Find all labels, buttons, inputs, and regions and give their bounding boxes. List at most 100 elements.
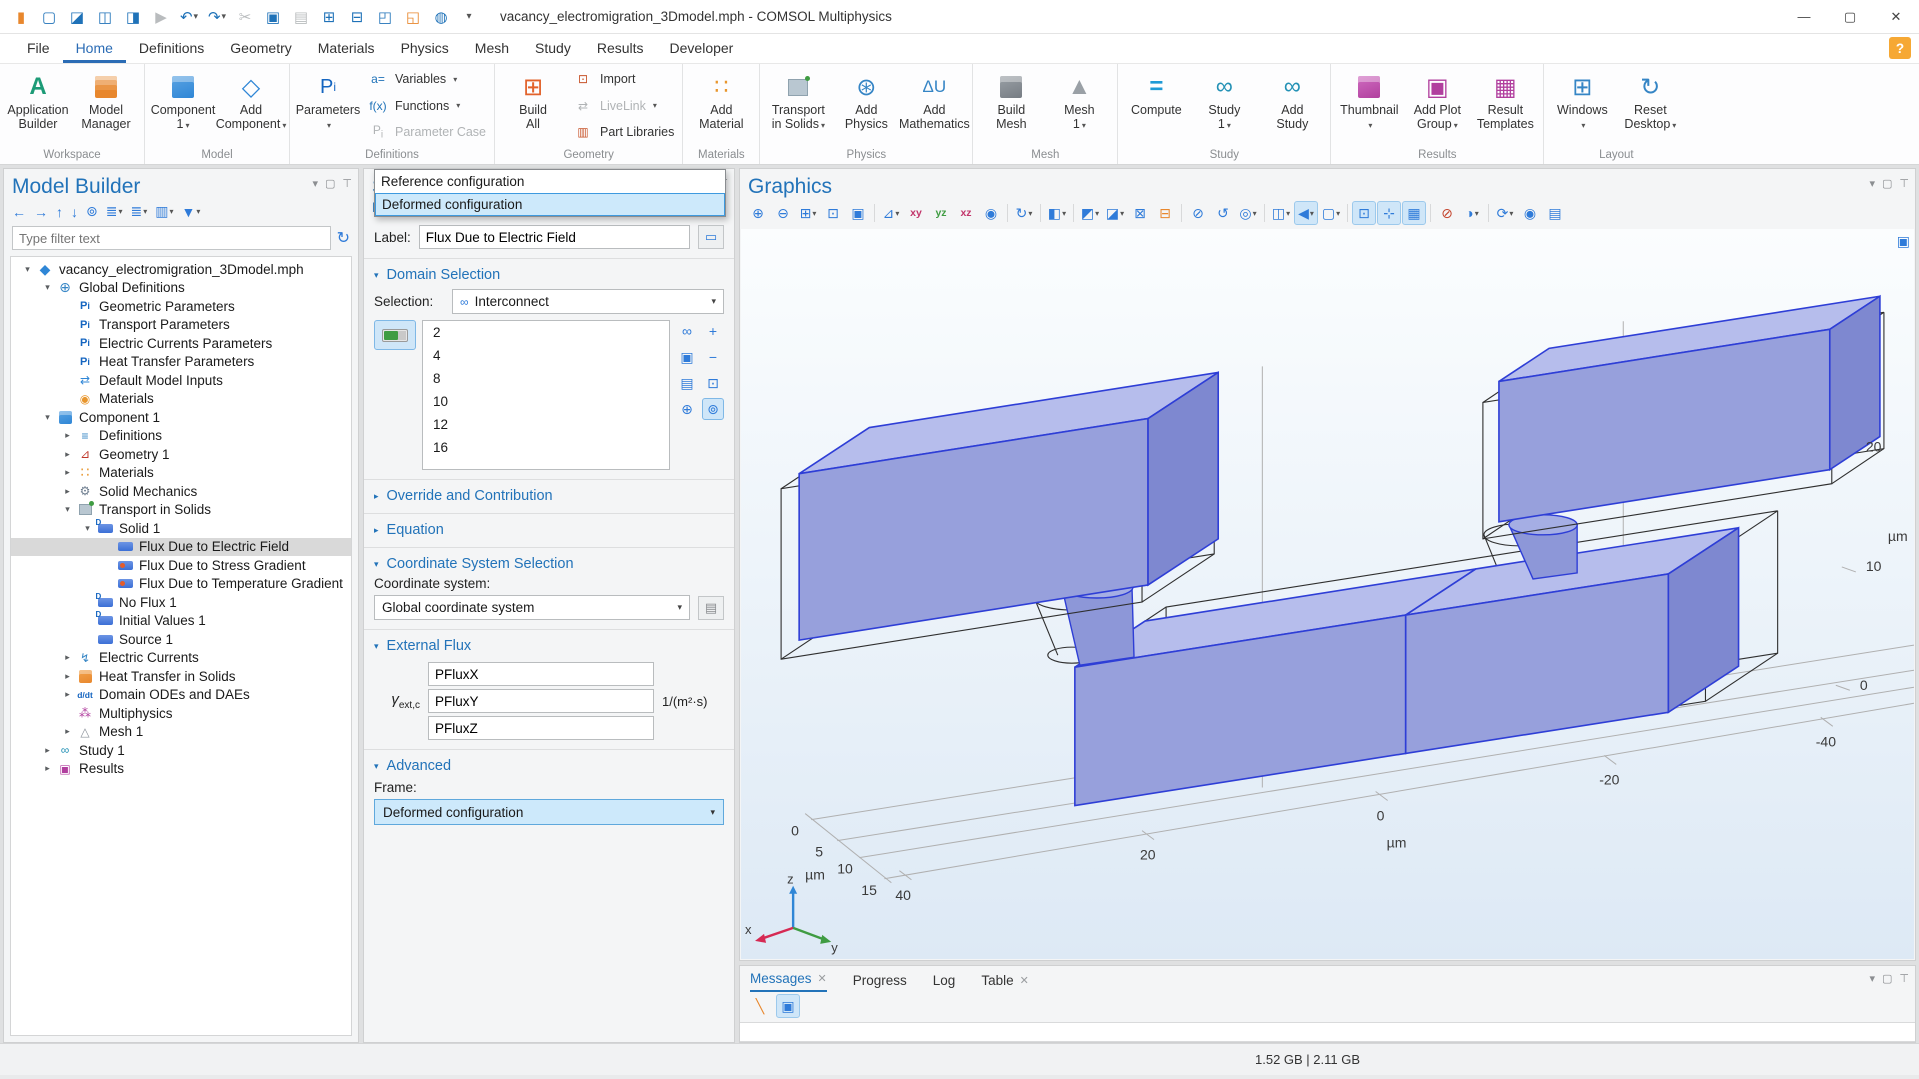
interconnect-line-upper-right[interactable]: [1499, 296, 1880, 522]
tree-item-global-definitions[interactable]: ▾⊕Global Definitions: [11, 279, 351, 298]
plot-image-icon[interactable]: ▣: [1897, 233, 1910, 250]
menu-materials[interactable]: Materials: [305, 35, 388, 63]
active-toggle-button[interactable]: [374, 320, 416, 350]
snapshot-icon[interactable]: ◉: [1518, 201, 1542, 225]
tree-item-materials-global[interactable]: ◉Materials: [11, 390, 351, 409]
copy-button[interactable]: ▣: [260, 4, 286, 30]
windows-button[interactable]: ⊞Windows▾: [1548, 66, 1616, 147]
undo-button[interactable]: ↶▾: [176, 4, 202, 30]
print-icon[interactable]: ▤: [1543, 201, 1567, 225]
tree-item-study-1[interactable]: ▸∞Study 1: [11, 741, 351, 760]
update-plot-icon[interactable]: ⟳▾: [1493, 201, 1517, 225]
minimize-button[interactable]: —: [1781, 0, 1827, 34]
save-button[interactable]: ◫: [92, 4, 118, 30]
add-mathematics-button[interactable]: ΔUAddMathematics: [900, 66, 968, 147]
result-templates-button[interactable]: ▦ResultTemplates: [1471, 66, 1539, 147]
selection-dropdown[interactable]: ∞Interconnect▾: [452, 289, 724, 314]
tree-item-transport-in-solids[interactable]: ▾Transport in Solids: [11, 501, 351, 520]
tree-item-transport-parameters[interactable]: PiTransport Parameters: [11, 316, 351, 335]
coordinate-system-side-icon[interactable]: ▤: [698, 596, 724, 620]
model-manager-button[interactable]: ModelManager: [72, 66, 140, 147]
select-box-icon[interactable]: ⊠: [1128, 201, 1152, 225]
menu-file[interactable]: File: [14, 35, 63, 63]
collapse-section-icon[interactable]: ▾: [374, 559, 379, 570]
tree-item-solid-1[interactable]: ▾Solid 1: [11, 519, 351, 538]
variables-button[interactable]: a=Variables▾: [366, 70, 486, 88]
part-libraries-button[interactable]: ▥Part Libraries: [571, 123, 674, 141]
remove-from-selection-icon[interactable]: −: [702, 346, 724, 368]
study-1-button[interactable]: ∞Study1▾: [1190, 66, 1258, 147]
tab-progress[interactable]: Progress: [853, 973, 907, 992]
tree-item-mesh-1[interactable]: ▸△Mesh 1: [11, 723, 351, 742]
zoom-extents-icon[interactable]: ⊡: [821, 201, 845, 225]
forward-icon[interactable]: →: [34, 204, 48, 220]
zoom-box-icon[interactable]: ⊞▾: [796, 201, 820, 225]
tree-item-geometry-1[interactable]: ▸⊿Geometry 1: [11, 445, 351, 464]
label-field-input[interactable]: [419, 225, 690, 249]
flux-x-input[interactable]: [428, 662, 654, 686]
tree-item-heat-transfer-parameters[interactable]: PiHeat Transfer Parameters: [11, 353, 351, 372]
tree-item-flux-electric-field[interactable]: Flux Due to Electric Field: [11, 538, 351, 557]
float-panel-icon[interactable]: ▢: [1882, 177, 1892, 190]
float-panel-icon[interactable]: ▢: [325, 177, 335, 190]
refresh-icon[interactable]: ↻: [337, 228, 350, 248]
tab-table[interactable]: Table✕: [981, 973, 1029, 992]
pin-panel-icon[interactable]: ⊤: [342, 177, 352, 190]
copy-selection-icon[interactable]: ▣: [676, 346, 698, 368]
menu-mesh[interactable]: Mesh: [462, 35, 522, 63]
clear-selection-button[interactable]: ◱: [400, 4, 426, 30]
3d-scene[interactable]: 20 10 0 µm 40 20 0 -20 -40 µm 0 5 10 15: [741, 229, 1914, 959]
zoom-to-selection-icon[interactable]: ⊕: [676, 398, 698, 420]
show-selection-icon[interactable]: ⊚: [702, 398, 724, 420]
build-mesh-button[interactable]: BuildMesh: [977, 66, 1045, 147]
panel-menu-icon[interactable]: ▾: [312, 177, 318, 190]
domain-selection-list[interactable]: 2 4 8 10 12 16: [422, 320, 670, 470]
coordinate-system-dropdown[interactable]: Global coordinate system▾: [374, 595, 690, 620]
add-to-selection-icon[interactable]: +: [702, 320, 724, 342]
collapse-icon[interactable]: ≣▾: [106, 203, 123, 220]
help-icon[interactable]: ?: [1889, 37, 1911, 59]
view-orientation-icon[interactable]: ⊿▾: [879, 201, 903, 225]
create-selection-icon[interactable]: ∞: [676, 320, 698, 342]
tree-item-definitions[interactable]: ▸≡Definitions: [11, 427, 351, 446]
pin-panel-icon[interactable]: ⊤: [1899, 972, 1909, 985]
customize-toolbar-button[interactable]: ▾: [456, 4, 482, 30]
select-box-icon[interactable]: ⊡: [702, 372, 724, 394]
add-material-button[interactable]: ∷AddMaterial: [687, 66, 755, 147]
expand-section-icon[interactable]: ▸: [374, 491, 379, 502]
rotate-icon[interactable]: ↻▾: [1012, 201, 1036, 225]
color-theme-icon[interactable]: ◑▾: [1460, 201, 1484, 225]
collapse-section-icon[interactable]: ▾: [374, 761, 379, 772]
tab-log[interactable]: Log: [933, 973, 956, 992]
tree-item-flux-temperature-gradient[interactable]: Flux Due to Temperature Gradient: [11, 575, 351, 594]
parameters-button[interactable]: PiParameters▾: [294, 66, 362, 147]
labels-off-icon[interactable]: ⊘: [1435, 201, 1459, 225]
tree-item-electric-currents[interactable]: ▸↯Electric Currents: [11, 649, 351, 668]
menu-definitions[interactable]: Definitions: [126, 35, 217, 63]
domain-list-item[interactable]: 16: [423, 439, 669, 462]
select-domains-icon[interactable]: ◩▾: [1078, 201, 1102, 225]
thumbnail-button[interactable]: Thumbnail▾: [1335, 66, 1403, 147]
rename-icon[interactable]: ▭: [698, 225, 724, 249]
frame-option-deformed[interactable]: Deformed configuration: [375, 193, 725, 216]
tree-item-geometric-parameters[interactable]: PiGeometric Parameters: [11, 297, 351, 316]
clear-messages-icon[interactable]: ╲: [748, 994, 772, 1018]
domain-list-item[interactable]: 10: [423, 393, 669, 416]
domain-list-item[interactable]: 8: [423, 370, 669, 393]
application-builder-button[interactable]: AApplicationBuilder: [4, 66, 72, 147]
scene-node-icon[interactable]: ◧▾: [1045, 201, 1069, 225]
view-xy-icon[interactable]: xy: [904, 201, 928, 225]
domain-list-item[interactable]: 2: [423, 324, 669, 347]
tree-item-electric-currents-parameters[interactable]: PiElectric Currents Parameters: [11, 334, 351, 353]
delete-button[interactable]: ⊟: [344, 4, 370, 30]
expand-section-icon[interactable]: ▸: [374, 525, 379, 536]
add-plot-group-button[interactable]: ▣Add PlotGroup▾: [1403, 66, 1471, 147]
move-up-icon[interactable]: ↑: [56, 204, 63, 220]
show-grid-icon[interactable]: ▦: [1402, 201, 1426, 225]
transport-in-solids-button[interactable]: Transportin Solids▾: [764, 66, 832, 147]
compute-button[interactable]: =Compute: [1122, 66, 1190, 147]
flux-z-input[interactable]: [428, 716, 654, 740]
domain-list-item[interactable]: 12: [423, 416, 669, 439]
save-as-button[interactable]: ◨: [120, 4, 146, 30]
zoom-selected-icon[interactable]: ▣: [846, 201, 870, 225]
